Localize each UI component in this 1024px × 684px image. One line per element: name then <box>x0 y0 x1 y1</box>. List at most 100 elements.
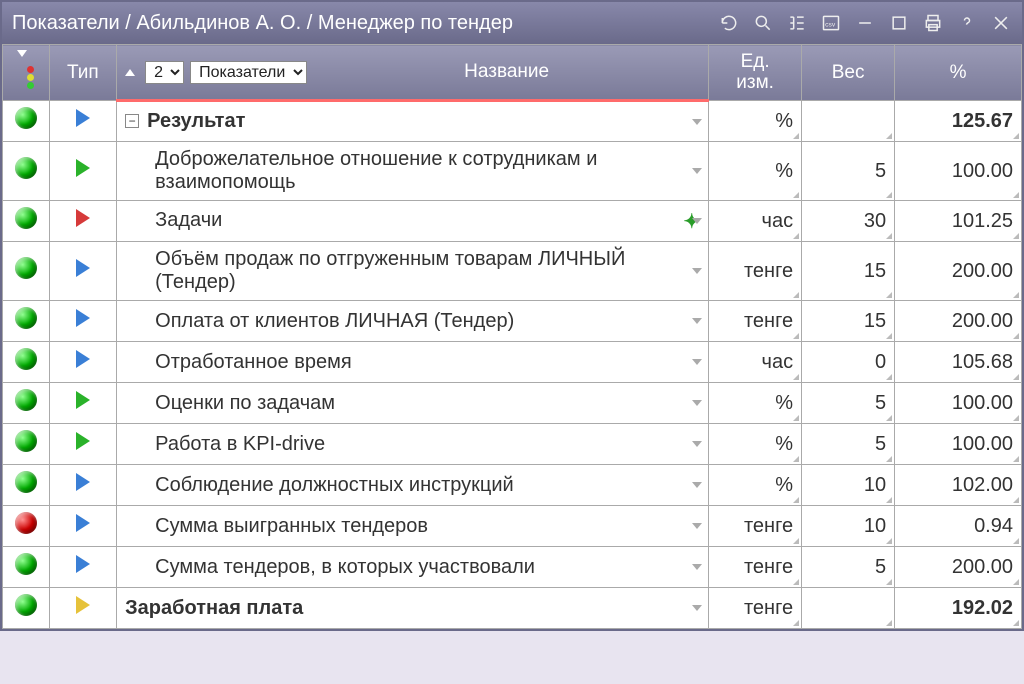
row-dropdown-icon[interactable] <box>692 564 702 570</box>
status-indicator-icon <box>15 348 37 370</box>
status-cell <box>3 588 50 629</box>
weight-cell: 5 <box>802 424 895 465</box>
minimize-icon[interactable] <box>854 12 876 34</box>
name-cell[interactable]: Задачи✦ <box>117 201 709 242</box>
csv-icon[interactable]: csv <box>820 12 842 34</box>
type-triangle-icon <box>76 309 90 327</box>
row-name-label: Доброжелательное отношение к сотрудникам… <box>155 148 700 194</box>
maximize-icon[interactable] <box>888 12 910 34</box>
percent-cell: 0.94 <box>895 506 1022 547</box>
unit-cell: % <box>709 101 802 142</box>
level-select[interactable]: 2 <box>145 61 184 84</box>
collapse-toggle-icon[interactable]: − <box>125 114 139 128</box>
status-cell <box>3 242 50 301</box>
row-dropdown-icon[interactable] <box>692 168 702 174</box>
table-row[interactable]: −Результат% 125.67 <box>3 101 1022 142</box>
row-dropdown-icon[interactable] <box>692 482 702 488</box>
row-name-label: Работа в KPI-drive <box>155 433 700 456</box>
row-dropdown-icon[interactable] <box>692 359 702 365</box>
search-icon[interactable] <box>752 12 774 34</box>
weight-cell: 15 <box>802 242 895 301</box>
print-icon[interactable] <box>922 12 944 34</box>
status-cell <box>3 465 50 506</box>
table-row[interactable]: Оплата от клиентов ЛИЧНАЯ (Тендер)тенге1… <box>3 301 1022 342</box>
refresh-icon[interactable] <box>718 12 740 34</box>
unit-cell: тенге <box>709 506 802 547</box>
close-icon[interactable] <box>990 12 1012 34</box>
svg-text:csv: csv <box>825 21 836 28</box>
grouping-select[interactable]: Показатели <box>190 61 307 84</box>
name-cell[interactable]: Сумма выигранных тендеров <box>117 506 709 547</box>
type-triangle-icon <box>76 596 90 614</box>
unit-cell: тенге <box>709 588 802 629</box>
row-dropdown-icon[interactable] <box>692 605 702 611</box>
table-row[interactable]: Сумма тендеров, в которых участвовалитен… <box>3 547 1022 588</box>
name-cell[interactable]: Заработная плата <box>117 588 709 629</box>
unit-cell: % <box>709 383 802 424</box>
row-name-label: Оценки по задачам <box>155 392 700 415</box>
name-cell[interactable]: Сумма тендеров, в которых участвовали <box>117 547 709 588</box>
percent-cell: 100.00 <box>895 424 1022 465</box>
name-cell[interactable]: Работа в KPI-drive <box>117 424 709 465</box>
table-row[interactable]: Работа в KPI-drive%5100.00 <box>3 424 1022 465</box>
name-cell[interactable]: Отработанное время <box>117 342 709 383</box>
type-cell <box>49 424 117 465</box>
row-dropdown-icon[interactable] <box>692 218 702 224</box>
header-unit[interactable]: Ед.изм. <box>709 45 802 101</box>
status-cell <box>3 301 50 342</box>
type-triangle-icon <box>76 350 90 368</box>
window: Показатели / Абильдинов А. О. / Менеджер… <box>0 0 1024 631</box>
type-cell <box>49 383 117 424</box>
percent-cell: 192.02 <box>895 588 1022 629</box>
row-dropdown-icon[interactable] <box>692 441 702 447</box>
breadcrumb: Показатели / Абильдинов А. О. / Менеджер… <box>12 12 718 35</box>
row-dropdown-icon[interactable] <box>692 119 702 125</box>
row-dropdown-icon[interactable] <box>692 318 702 324</box>
table-row[interactable]: Оценки по задачам%5100.00 <box>3 383 1022 424</box>
name-cell[interactable]: Оценки по задачам <box>117 383 709 424</box>
content-area: Тип 2 Показатели Название Ед.изм. Вес % <box>2 44 1022 629</box>
sort-asc-icon[interactable] <box>125 69 135 76</box>
row-name-label: Отработанное время <box>155 351 700 374</box>
status-indicator-icon <box>15 512 37 534</box>
name-cell[interactable]: −Результат <box>117 101 709 142</box>
status-cell <box>3 424 50 465</box>
status-indicator-icon <box>15 157 37 179</box>
header-status[interactable] <box>3 45 50 101</box>
type-cell <box>49 342 117 383</box>
table-row[interactable]: Отработанное времячас0105.68 <box>3 342 1022 383</box>
type-triangle-icon <box>76 159 90 177</box>
unit-cell: тенге <box>709 242 802 301</box>
table-row[interactable]: Доброжелательное отношение к сотрудникам… <box>3 142 1022 201</box>
type-cell <box>49 201 117 242</box>
name-cell[interactable]: Оплата от клиентов ЛИЧНАЯ (Тендер) <box>117 301 709 342</box>
percent-cell: 101.25 <box>895 201 1022 242</box>
type-triangle-icon <box>76 473 90 491</box>
header-percent[interactable]: % <box>895 45 1022 101</box>
weight-cell: 5 <box>802 547 895 588</box>
type-cell <box>49 547 117 588</box>
row-dropdown-icon[interactable] <box>692 523 702 529</box>
percent-cell: 105.68 <box>895 342 1022 383</box>
row-dropdown-icon[interactable] <box>692 268 702 274</box>
percent-cell: 125.67 <box>895 101 1022 142</box>
kpi-table: Тип 2 Показатели Название Ед.изм. Вес % <box>2 44 1022 629</box>
header-weight[interactable]: Вес <box>802 45 895 101</box>
name-cell[interactable]: Доброжелательное отношение к сотрудникам… <box>117 142 709 201</box>
header-type[interactable]: Тип <box>49 45 117 101</box>
table-row[interactable]: Задачи✦час30101.25 <box>3 201 1022 242</box>
row-name-label: Соблюдение должностных инструкций <box>155 474 700 497</box>
table-row[interactable]: Заработная плататенге 192.02 <box>3 588 1022 629</box>
help-icon[interactable] <box>956 12 978 34</box>
tree-icon[interactable] <box>786 12 808 34</box>
header-name-label: Название <box>313 61 700 83</box>
name-cell[interactable]: Объём продаж по отгруженным товарам ЛИЧН… <box>117 242 709 301</box>
name-cell[interactable]: Соблюдение должностных инструкций <box>117 465 709 506</box>
type-triangle-icon <box>76 514 90 532</box>
row-dropdown-icon[interactable] <box>692 400 702 406</box>
table-row[interactable]: Сумма выигранных тендеровтенге100.94 <box>3 506 1022 547</box>
table-row[interactable]: Объём продаж по отгруженным товарам ЛИЧН… <box>3 242 1022 301</box>
percent-cell: 200.00 <box>895 547 1022 588</box>
status-indicator-icon <box>15 389 37 411</box>
table-row[interactable]: Соблюдение должностных инструкций%10102.… <box>3 465 1022 506</box>
